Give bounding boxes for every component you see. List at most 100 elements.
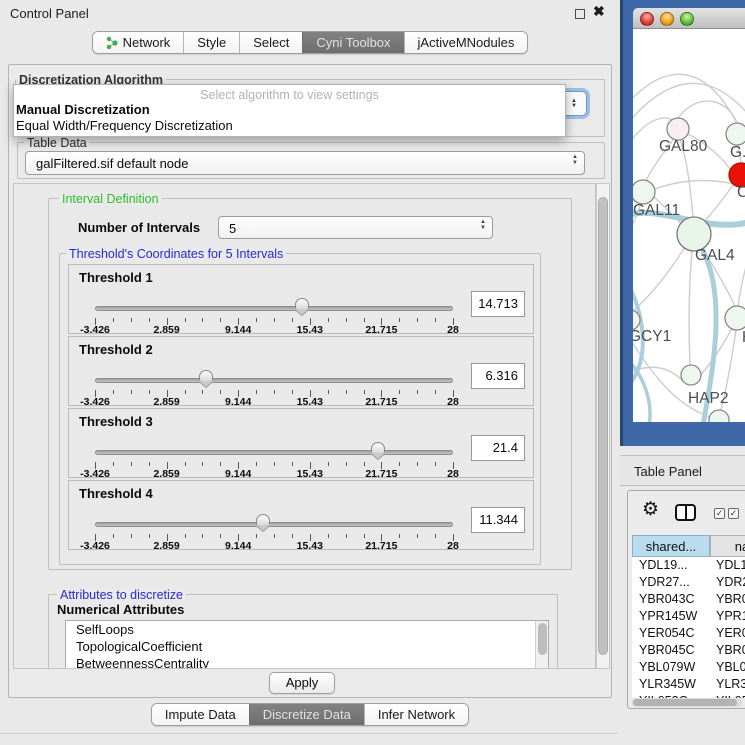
minor-tick — [435, 390, 436, 394]
list-item[interactable]: TopologicalCoefficient — [66, 638, 548, 655]
slider-handle[interactable] — [371, 442, 385, 459]
network-edge[interactable] — [633, 83, 745, 124]
tab-cyni-toolbox[interactable]: Cyni Toolbox — [302, 32, 403, 53]
list-item[interactable]: SelfLoops — [66, 621, 548, 638]
algorithm-option-manual[interactable]: Manual Discretization — [14, 102, 565, 118]
tick-label: -3.426 — [80, 540, 110, 552]
combo-stepper-icon[interactable]: ▲▼ — [480, 220, 486, 231]
minor-tick — [149, 390, 150, 394]
column-header[interactable]: shared... — [632, 535, 710, 557]
slider-handle[interactable] — [256, 514, 270, 531]
apply-button[interactable]: Apply — [269, 672, 335, 694]
float-window-icon[interactable] — [575, 9, 585, 19]
bottom-tab-discretize-data[interactable]: Discretize Data — [249, 704, 364, 725]
table-cell: YBL079W — [710, 659, 745, 676]
interval-definition-title: Interval Definition — [59, 192, 162, 206]
combo-stepper-icon[interactable]: ▲▼ — [572, 155, 578, 166]
minor-tick — [256, 390, 257, 394]
slider-handle[interactable] — [199, 370, 213, 387]
table-row[interactable]: YDR27...YDR27... — [632, 574, 745, 591]
slider-handle[interactable] — [295, 298, 309, 315]
tick-label: 15.43 — [297, 324, 323, 336]
table-cell: YDL19... — [632, 557, 710, 574]
combo-stepper-icon[interactable]: ▲▼ — [564, 93, 584, 114]
tick-label: 9.144 — [225, 324, 251, 336]
table-row[interactable]: YLR345WYLR345W — [632, 676, 745, 693]
bottom-tab-label: Infer Network — [378, 707, 455, 722]
number-of-intervals-combobox[interactable]: 5 ▲▼ — [218, 216, 493, 239]
threshold-value-field[interactable]: 11.344 — [471, 507, 525, 533]
zoom-light-green[interactable] — [680, 12, 694, 26]
tab-jactivemnodules[interactable]: jActiveMNodules — [404, 32, 528, 53]
column-header[interactable]: name — [710, 535, 745, 557]
tab-label: jActiveMNodules — [418, 35, 515, 50]
minor-tick — [185, 390, 186, 394]
network-node[interactable] — [667, 118, 689, 140]
network-edge[interactable] — [704, 184, 734, 222]
vertical-scrollbar[interactable] — [596, 183, 610, 669]
close-light-red[interactable] — [640, 12, 654, 26]
table-row[interactable]: YBR043CYBR043C — [632, 591, 745, 608]
settings-gear-icon[interactable]: ⚙ — [642, 498, 659, 521]
network-graph[interactable]: GAL80G.CGAL11GAL4GCY1HHAP2 — [633, 29, 745, 422]
list-scrollbar-thumb[interactable] — [538, 623, 547, 655]
bottom-tab-infer-network[interactable]: Infer Network — [364, 704, 468, 725]
tick-label: 9.144 — [225, 468, 251, 480]
table-row[interactable]: YBR045CYBR045C — [632, 642, 745, 659]
network-edge[interactable] — [633, 247, 685, 316]
vertical-scrollbar-thumb[interactable] — [598, 197, 608, 655]
slider-track[interactable] — [95, 522, 453, 527]
checkbox-icon[interactable]: ✓ — [714, 508, 725, 519]
threshold-value-field[interactable]: 21.4 — [471, 435, 525, 461]
table-cell: YBR043C — [632, 591, 710, 608]
slider-track[interactable] — [95, 450, 453, 455]
network-edge[interactable] — [738, 259, 745, 306]
threshold-value-field[interactable]: 6.316 — [471, 363, 525, 389]
minor-tick — [274, 462, 275, 466]
minimize-light-yellow[interactable] — [660, 12, 674, 26]
close-icon[interactable]: ✖ — [593, 3, 605, 20]
minor-tick — [274, 534, 275, 538]
tick-label: -3.426 — [80, 396, 110, 408]
minor-tick — [202, 390, 203, 394]
horizontal-scrollbar[interactable] — [632, 698, 742, 707]
network-node[interactable] — [633, 180, 655, 204]
network-edge[interactable] — [633, 74, 737, 123]
tab-select[interactable]: Select — [239, 32, 302, 53]
numerical-attributes-list[interactable]: SelfLoopsTopologicalCoefficientBetweenne… — [65, 620, 549, 669]
horizontal-scrollbar-thumb[interactable] — [633, 699, 737, 706]
bottom-tab-impute-data[interactable]: Impute Data — [152, 704, 249, 725]
threshold-1-box: Threshold 1-3.4262.8599.14415.4321.71528… — [68, 264, 534, 334]
algorithm-option-equal-width[interactable]: Equal Width/Frequency Discretization — [14, 118, 565, 134]
network-node[interactable] — [725, 306, 745, 330]
network-edge[interactable] — [689, 251, 692, 365]
network-node[interactable] — [709, 410, 729, 422]
table-row[interactable]: YPR145WYPR145W — [632, 608, 745, 625]
table-row[interactable]: YDL19...YDL19... — [632, 557, 745, 574]
minor-tick — [131, 318, 132, 322]
tab-label: Style — [197, 35, 226, 50]
node-label: C — [737, 184, 745, 201]
split-columns-icon[interactable] — [675, 504, 696, 521]
network-node[interactable] — [677, 217, 711, 251]
tab-style[interactable]: Style — [183, 32, 239, 53]
threshold-value-field[interactable]: 14.713 — [471, 291, 525, 317]
network-window-titlebar[interactable] — [633, 8, 745, 29]
thresholds-group: Threshold's Coordinates for 5 Intervals … — [59, 253, 541, 565]
table-row[interactable]: YBL079WYBL079W — [632, 659, 745, 676]
list-scrollbar[interactable] — [535, 621, 548, 669]
network-node[interactable] — [681, 365, 701, 385]
table-panel-title: Table Panel — [634, 464, 702, 479]
tab-network[interactable]: Network — [93, 32, 184, 53]
table-row[interactable]: YER054CYER054C — [632, 625, 745, 642]
slider-track[interactable] — [95, 306, 453, 311]
network-node[interactable] — [726, 123, 745, 145]
slider-track[interactable] — [95, 378, 453, 383]
tick-label: 15.43 — [297, 396, 323, 408]
network-edge[interactable] — [678, 101, 737, 123]
list-item[interactable]: BetweennessCentrality — [66, 655, 548, 669]
checkbox-icon[interactable]: ✓ — [728, 508, 739, 519]
minor-tick — [149, 462, 150, 466]
network-canvas[interactable]: GAL80G.CGAL11GAL4GCY1HHAP2 — [633, 29, 745, 422]
table-data-combobox[interactable]: galFiltered.sif default node ▲▼ — [25, 151, 585, 175]
